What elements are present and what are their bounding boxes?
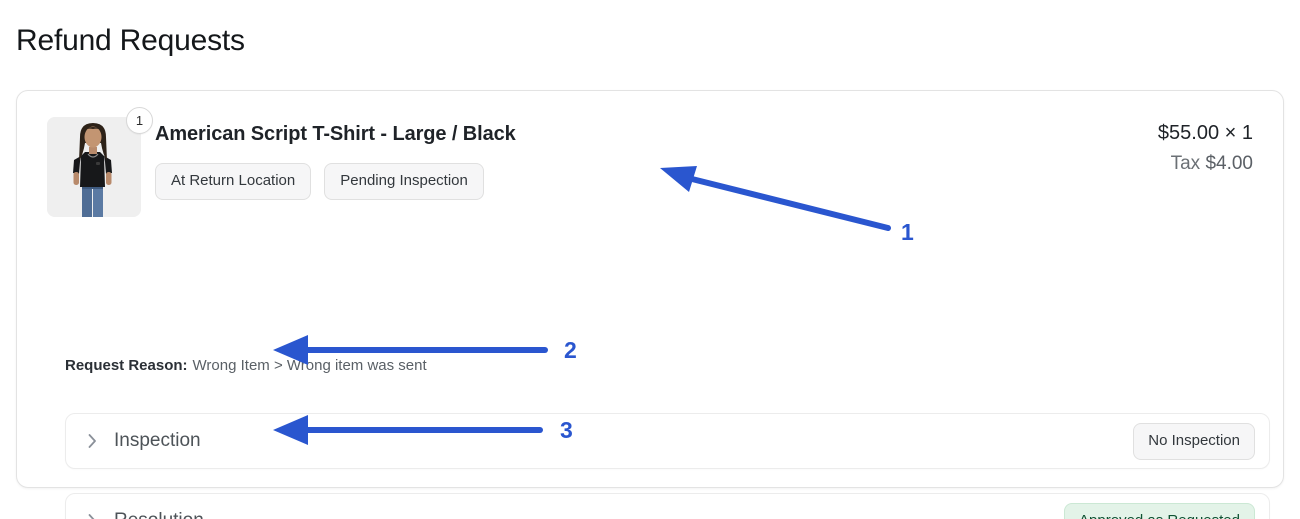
refund-item-details: American Script T-Shirt - Large / Black … — [155, 117, 1158, 200]
request-reason-value: Wrong Item > Wrong item was sent — [192, 357, 427, 374]
quantity-badge: 1 — [126, 107, 153, 134]
tax-amount: $4.00 — [1205, 153, 1253, 174]
status-badge-resolution: Approved as Requested — [1064, 502, 1255, 519]
product-thumbnail-wrapper: 1 — [47, 107, 153, 217]
tax-line: Tax $4.00 — [1158, 152, 1253, 176]
chevron-right-icon — [84, 513, 100, 519]
status-tag-list: At Return Location Pending Inspection — [155, 163, 1158, 200]
request-reason-label: Request Reason: — [65, 357, 188, 374]
product-title: American Script T-Shirt - Large / Black — [155, 123, 516, 145]
page-title: Refund Requests — [16, 24, 245, 57]
product-thumbnail[interactable] — [47, 117, 141, 217]
chevron-right-icon — [84, 433, 100, 449]
price-line: $55.00 × 1 — [1157, 122, 1253, 144]
request-reason: Request Reason: Wrong Item > Wrong item w… — [65, 356, 427, 376]
status-tag-return-location: At Return Location — [155, 163, 312, 200]
section-list: Inspection No Inspection Resolution Appr… — [65, 413, 1270, 519]
section-row-resolution[interactable]: Resolution Approved as Requested — [65, 493, 1270, 519]
refund-item-header: 1 American Script T-Shirt - Large / Blac… — [17, 91, 1283, 217]
refund-request-card: 1 American Script T-Shirt - Large / Blac… — [16, 90, 1284, 519]
section-label-inspection: Inspection — [114, 430, 201, 451]
tax-label: Tax — [1170, 153, 1201, 174]
refund-requests-page: Refund Requests 1 American Script T-Shir… — [0, 0, 1300, 519]
refund-item-pricing: $55.00 × 1 Tax $4.00 — [1158, 117, 1253, 176]
section-row-inspection[interactable]: Inspection No Inspection — [65, 413, 1270, 469]
section-label-resolution: Resolution — [114, 509, 204, 519]
status-badge-inspection: No Inspection — [1133, 422, 1255, 460]
status-tag-pending-inspection: Pending Inspection — [324, 163, 484, 200]
